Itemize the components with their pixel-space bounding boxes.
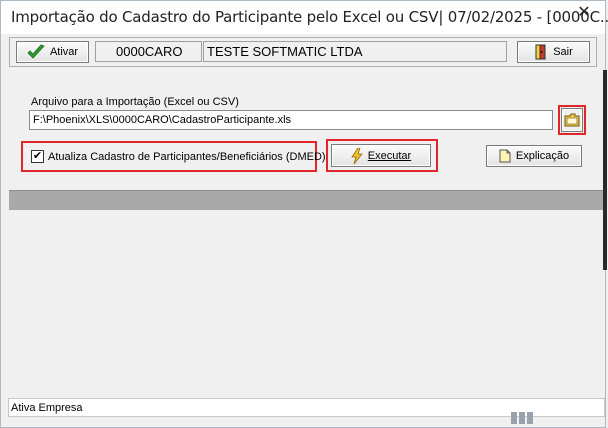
executar-label: Executar (367, 149, 412, 162)
sair-label: Sair (553, 46, 573, 58)
close-icon: ✕ (577, 4, 591, 21)
company-name: TESTE SOFTMATIC LTDA (207, 44, 363, 59)
explicacao-button[interactable]: Explicação (486, 145, 582, 167)
company-name-field: TESTE SOFTMATIC LTDA (203, 41, 507, 62)
executar-button[interactable]: Executar (331, 144, 431, 167)
explicacao-label: Explicação (515, 150, 570, 162)
content-area (9, 210, 605, 398)
file-path-input[interactable]: F:\Phoenix\XLS\0000CARO\CadastroParticip… (29, 110, 553, 130)
taskbar-fragment-block (527, 412, 533, 424)
status-text: Ativa Empresa (11, 401, 83, 414)
company-code-field: 0000CARO (95, 41, 202, 62)
taskbar-fragment-block (519, 412, 525, 424)
main-window: Importação do Cadastro do Participante p… (0, 0, 608, 428)
ativar-label: Ativar (49, 46, 79, 58)
dmed-checkbox-row[interactable]: ✔ Atualiza Cadastro de Participantes/Ben… (31, 150, 326, 163)
check-icon (27, 44, 45, 59)
folder-icon (564, 113, 580, 127)
file-path-value: F:\Phoenix\XLS\0000CARO\CadastroParticip… (33, 114, 292, 126)
title-bar: Importação do Cadastro do Participante p… (1, 1, 608, 34)
file-label: Arquivo para a Importação (Excel ou CSV) (31, 96, 239, 108)
ativar-button[interactable]: Ativar (16, 41, 89, 63)
taskbar-fragment (511, 412, 533, 424)
background-window-edge (603, 70, 607, 270)
close-button[interactable]: ✕ (567, 1, 601, 23)
progress-divider (9, 190, 605, 210)
sair-button[interactable]: Sair (517, 41, 590, 63)
dmed-checkbox-label: Atualiza Cadastro de Participantes/Benef… (48, 150, 326, 163)
lightning-icon (351, 147, 363, 164)
exit-door-icon (535, 44, 546, 60)
browse-button[interactable] (561, 108, 583, 132)
window-title: Importação do Cadastro do Participante p… (11, 8, 608, 26)
taskbar-fragment-block (511, 412, 517, 424)
document-icon (499, 149, 511, 163)
toolbar: Ativar 0000CARO TESTE SOFTMATIC LTDA Sai… (9, 37, 597, 67)
company-code: 0000CARO (116, 44, 183, 59)
dmed-checkbox[interactable]: ✔ (31, 150, 44, 163)
